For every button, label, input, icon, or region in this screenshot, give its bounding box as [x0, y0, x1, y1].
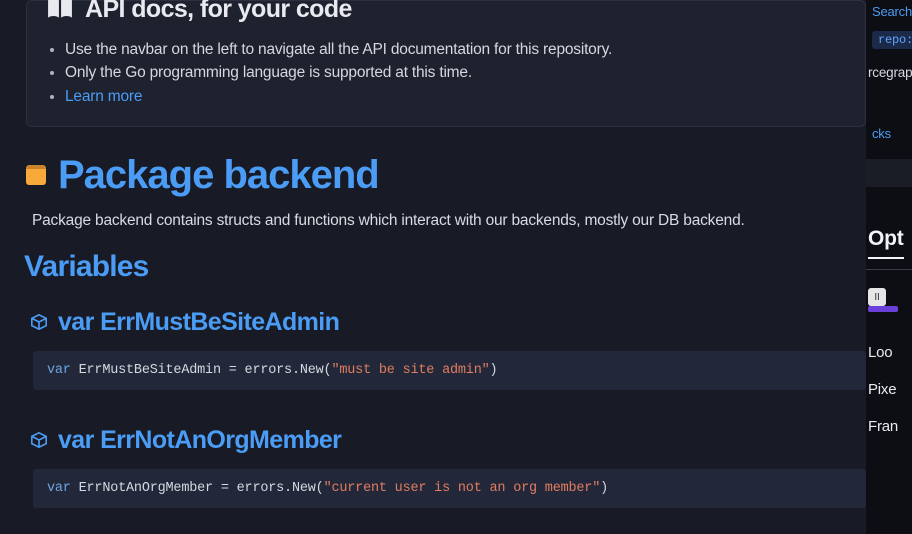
- card-title: API docs, for your code: [85, 0, 352, 24]
- learn-more-link[interactable]: Learn more: [65, 88, 142, 105]
- sidebar-badge[interactable]: II: [868, 288, 886, 306]
- code-block: var ErrMustBeSiteAdmin = errors.New("mus…: [33, 351, 866, 390]
- sidebar-item[interactable]: Fran: [868, 418, 912, 435]
- var-errnotanorgmember-link[interactable]: var ErrNotAnOrgMember: [58, 426, 341, 455]
- sidebar-search[interactable]: Search: [866, 0, 912, 23]
- card-bullet: Learn more: [65, 85, 845, 108]
- book-icon: [47, 0, 73, 20]
- sidebar-spacer: [866, 159, 912, 187]
- repo-filter-pill[interactable]: repo:^g: [872, 31, 912, 49]
- var-errmustbesiteadmin-link[interactable]: var ErrMustBeSiteAdmin: [58, 308, 339, 337]
- cube-icon: [30, 431, 48, 449]
- cube-icon: [30, 313, 48, 331]
- sidebar-link[interactable]: cks: [866, 122, 912, 145]
- sidebar-item[interactable]: Loo: [868, 344, 912, 361]
- package-description: Package backend contains structs and fun…: [32, 212, 866, 230]
- card-bullet: Only the Go programming language is supp…: [65, 61, 845, 84]
- sidebar-accent: [868, 306, 898, 312]
- sidebar-options-heading: Opt: [868, 227, 904, 259]
- card-bullet: Use the navbar on the left to navigate a…: [65, 38, 845, 61]
- package-title-link[interactable]: Package backend: [58, 153, 379, 198]
- sidebar-text: rcegraph: [866, 59, 912, 86]
- package-icon: [26, 165, 46, 185]
- variables-heading: Variables: [24, 250, 866, 284]
- right-sidebar: Search repo:^g rcegraph cks Opt II Loo P…: [866, 0, 912, 534]
- api-docs-card: API docs, for your code Use the navbar o…: [26, 0, 866, 127]
- sidebar-item[interactable]: Pixe: [868, 381, 912, 398]
- code-block: var ErrNotAnOrgMember = errors.New("curr…: [33, 469, 866, 508]
